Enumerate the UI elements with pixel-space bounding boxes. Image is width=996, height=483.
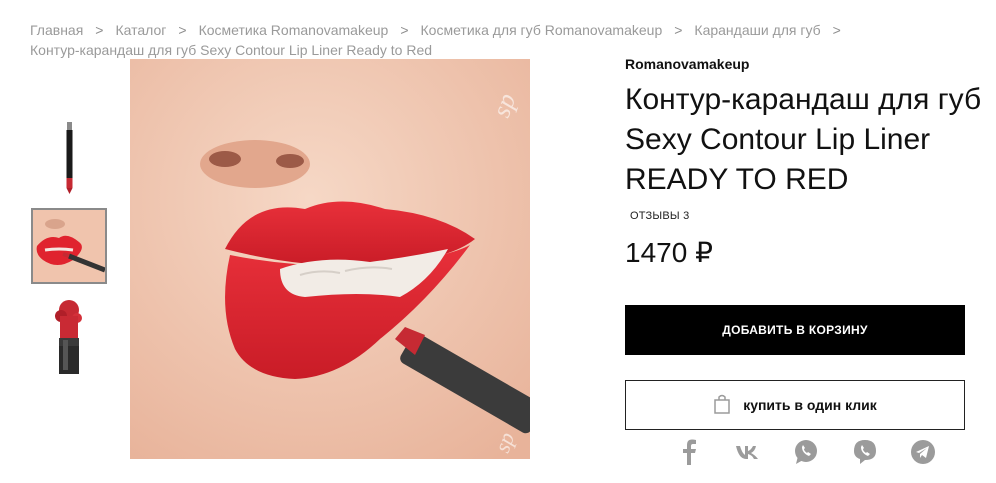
title-line: Sexy Contour Lip Liner xyxy=(625,123,931,156)
product-title: Контур-карандаш для губ Sexy Contour Lip… xyxy=(625,80,996,200)
pencil-image xyxy=(66,122,73,194)
shopping-bag-icon xyxy=(713,394,731,417)
thumbnail-list xyxy=(31,118,109,388)
product-price: 1470 ₽ xyxy=(625,237,713,268)
add-to-cart-button[interactable]: ДОБАВИТЬ В КОРЗИНУ xyxy=(625,305,965,355)
thumbnail-swatch[interactable] xyxy=(31,298,107,374)
buy-one-click-label: купить в один клик xyxy=(743,397,877,413)
breadcrumb-current: Контур-карандаш для губ Sexy Contour Lip… xyxy=(30,42,433,58)
vk-icon[interactable] xyxy=(735,439,761,465)
share-bar xyxy=(676,438,936,466)
breadcrumb-brand-cosmetics[interactable]: Косметика Romanovamakeup xyxy=(199,22,389,38)
title-line: Контур-карандаш для губ xyxy=(625,83,982,116)
product-info: Romanovamakeup Контур-карандаш для губ S… xyxy=(625,56,996,269)
lips-photo: sp sp xyxy=(130,59,530,459)
chevron-right-icon: > xyxy=(178,22,187,38)
thumbnail-pencil[interactable] xyxy=(31,118,107,194)
chevron-right-icon: > xyxy=(674,22,683,38)
buy-one-click-button[interactable]: купить в один клик xyxy=(625,380,965,430)
breadcrumb-catalog[interactable]: Каталог xyxy=(115,22,166,38)
breadcrumb: Главная > Каталог > Косметика Romanovamakeup… xyxy=(30,20,930,60)
telegram-icon[interactable] xyxy=(910,439,936,465)
lips-image xyxy=(33,210,105,282)
chevron-right-icon: > xyxy=(95,22,104,38)
breadcrumb-home[interactable]: Главная xyxy=(30,22,83,38)
breadcrumb-lip-cosmetics[interactable]: Косметика для губ Romanovamakeup xyxy=(421,22,663,38)
whatsapp-icon[interactable] xyxy=(793,439,819,465)
viber-icon[interactable] xyxy=(852,439,878,465)
reviews-link[interactable]: ОТЗЫВЫ 3 xyxy=(630,210,996,222)
facebook-icon[interactable] xyxy=(676,439,702,465)
brand-name[interactable]: Romanovamakeup xyxy=(625,56,996,72)
product-main-image[interactable]: sp sp xyxy=(130,59,530,459)
title-line: READY TO RED xyxy=(625,163,849,196)
breadcrumb-lip-pencils[interactable]: Карандаши для губ xyxy=(694,22,820,38)
chevron-right-icon: > xyxy=(400,22,409,38)
thumbnail-lips[interactable] xyxy=(31,208,107,284)
swatch-image xyxy=(55,300,82,374)
chevron-right-icon: > xyxy=(832,22,841,38)
